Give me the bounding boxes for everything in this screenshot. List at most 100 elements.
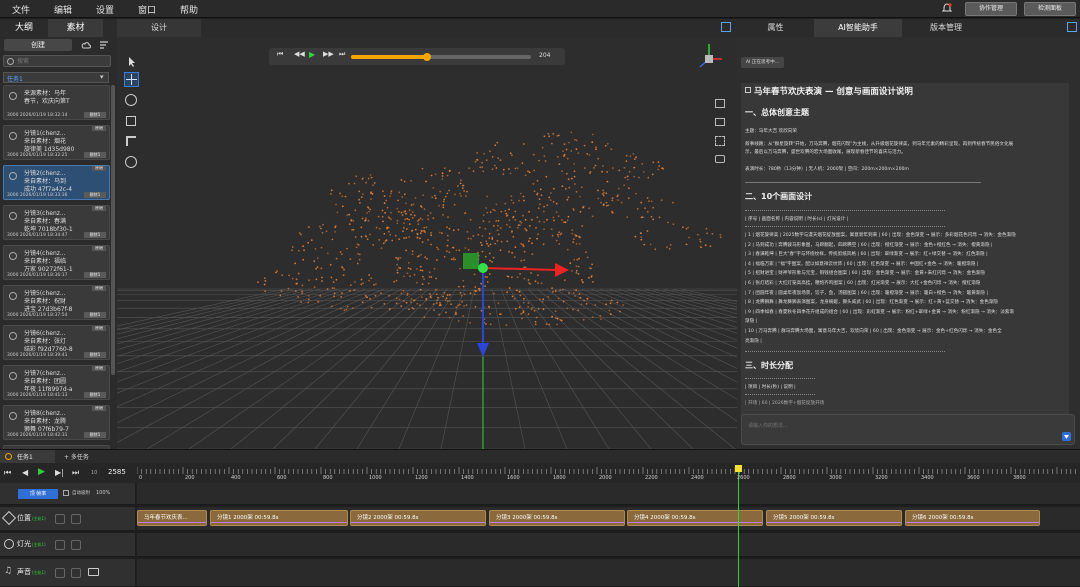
detect-panel-button[interactable]: 检测面板 bbox=[1024, 2, 1076, 16]
auto-snap-checkbox[interactable] bbox=[63, 490, 69, 496]
frame-slider[interactable] bbox=[351, 53, 531, 61]
create-button[interactable]: 创建 bbox=[4, 39, 72, 51]
asset-delete-button[interactable]: 删除1 bbox=[84, 152, 106, 158]
asset-delete-button[interactable]: 删除1 bbox=[84, 352, 106, 358]
list-item[interactable]: 分镜2(chenz... 来自素材：马到 成功 47f7a42c-4 3000 202… bbox=[3, 165, 110, 200]
scene-canvas[interactable] bbox=[117, 37, 737, 449]
timeline-clip[interactable]: 分镜4 2000架 00:59.8s bbox=[627, 510, 763, 526]
tab-assets[interactable]: 素材 bbox=[48, 19, 103, 37]
asset-delete-button[interactable]: 删除1 bbox=[84, 112, 106, 118]
menu-help[interactable]: 帮助 bbox=[180, 3, 198, 16]
drone-point bbox=[494, 242, 497, 245]
list-item[interactable]: 分镜7(chenz... 来自素材：团圆 年夜 11f8997d-a 3000 202… bbox=[3, 365, 110, 400]
align-tool-icon[interactable] bbox=[126, 136, 136, 146]
skip-end-icon[interactable]: ⏭ bbox=[339, 50, 345, 59]
camera-icon[interactable] bbox=[715, 99, 725, 108]
lock-icon[interactable] bbox=[55, 540, 65, 550]
add-task-button[interactable]: + 多任务 bbox=[64, 452, 89, 461]
tl-step-back-icon[interactable]: ◀ bbox=[22, 468, 28, 477]
list-item[interactable]: 分镜6(chenz... 来自素材：张灯 结彩 f92d7760-8 3000 202… bbox=[3, 325, 110, 360]
tab-properties[interactable]: 属性 bbox=[737, 19, 814, 37]
skip-start-icon[interactable]: ⏮ bbox=[277, 50, 283, 59]
timeline-clip[interactable]: 马年春节欢庆表... bbox=[137, 510, 207, 526]
cloud-icon[interactable] bbox=[80, 40, 92, 50]
asset-delete-button[interactable]: 删除1 bbox=[84, 192, 106, 198]
step-fwd-icon[interactable]: ▶▶ bbox=[323, 50, 334, 58]
frame-icon[interactable] bbox=[715, 136, 725, 146]
list-item[interactable]: 分镜4(chenz... 来自素材：福临 万家 90272f61-1 3000 202… bbox=[3, 245, 110, 280]
track-lane-sound[interactable] bbox=[137, 559, 1080, 587]
menu-file[interactable]: 文件 bbox=[12, 3, 30, 16]
timeline-clip[interactable]: 分镜5 2000架 00:59.8s bbox=[766, 510, 902, 526]
list-item[interactable]: 分镜5(chenz... 来自素材：祝财 进宝 27d3b67f-8 3000 202… bbox=[3, 285, 110, 320]
menu-window[interactable]: 窗口 bbox=[138, 3, 156, 16]
orientation-gizmo[interactable] bbox=[694, 41, 724, 75]
task-select[interactable]: 任务1 ▾ bbox=[3, 72, 109, 83]
lock-icon[interactable] bbox=[55, 568, 65, 578]
timeline-clip[interactable]: 分镜1 2000架 00:59.8s bbox=[210, 510, 348, 526]
move-tool-icon[interactable] bbox=[124, 72, 139, 87]
tl-step-fwd-icon[interactable]: ▶| bbox=[55, 468, 64, 477]
search-box[interactable] bbox=[3, 55, 111, 67]
tab-version[interactable]: 版本管理 bbox=[902, 19, 990, 37]
popout-icon[interactable] bbox=[721, 22, 731, 32]
menu-settings[interactable]: 设置 bbox=[96, 3, 114, 16]
visibility-icon[interactable] bbox=[71, 514, 81, 524]
view-icon[interactable] bbox=[715, 118, 725, 126]
visibility-icon[interactable] bbox=[71, 540, 81, 550]
play-icon[interactable]: ▶ bbox=[309, 50, 315, 59]
drone-point bbox=[572, 292, 575, 294]
menu-edit[interactable]: 编辑 bbox=[54, 3, 72, 16]
tl-skip-end-icon[interactable]: ⏭ bbox=[72, 468, 79, 478]
ai-input[interactable] bbox=[748, 421, 1028, 430]
drone-point bbox=[362, 177, 364, 180]
drone-point bbox=[362, 282, 364, 285]
track-lane-light[interactable] bbox=[137, 533, 1080, 557]
globe-icon[interactable] bbox=[125, 156, 137, 168]
snap-toggle[interactable]: 顶 帧率 bbox=[18, 489, 58, 499]
asset-delete-button[interactable]: 删除1 bbox=[84, 312, 106, 318]
track-lane-position[interactable]: 马年春节欢庆表... 分镜1 2000架 00:59.8s 分镜2 2000架 00… bbox=[137, 507, 1080, 531]
asset-delete-button[interactable]: 删除1 bbox=[84, 432, 106, 438]
select-tool-icon[interactable] bbox=[125, 55, 139, 69]
asset-delete-button[interactable]: 删除1 bbox=[84, 392, 106, 398]
timeline-clip[interactable]: 分镜2 2000架 00:59.8s bbox=[350, 510, 486, 526]
popout-icon-right[interactable] bbox=[1067, 22, 1077, 32]
bell-icon[interactable] bbox=[941, 3, 953, 14]
settings-icon[interactable] bbox=[715, 155, 725, 163]
ai-input-box[interactable] bbox=[741, 414, 1075, 445]
collab-manage-button[interactable]: 协作管理 bbox=[965, 2, 1017, 16]
timeline-clip[interactable]: 分镜6 2000架 00:59.8s bbox=[905, 510, 1040, 526]
frame-slider-handle[interactable] bbox=[422, 53, 431, 61]
tab-task-1[interactable]: 任务1 bbox=[0, 450, 55, 464]
drone-point bbox=[488, 237, 491, 240]
list-scrollbar[interactable] bbox=[111, 85, 115, 375]
list-item[interactable]: 分镜3(chenz... 来自素材：春满 乾坤 7018bf30-1 3000 202… bbox=[3, 205, 110, 240]
rotate-tool-icon[interactable] bbox=[125, 94, 137, 106]
step-back-icon[interactable]: ◀◀ bbox=[294, 50, 305, 58]
scale-tool-icon[interactable] bbox=[126, 116, 136, 126]
drone-point bbox=[450, 258, 453, 261]
tab-outline[interactable]: 大纲 bbox=[0, 19, 48, 37]
clip-label: 分镜1 2000架 00:59.8s bbox=[217, 515, 279, 521]
asset-delete-button[interactable]: 删除1 bbox=[84, 232, 106, 238]
lock-icon[interactable] bbox=[55, 514, 65, 524]
asset-delete-button[interactable]: 删除1 bbox=[84, 272, 106, 278]
3d-viewport[interactable]: 设计 ⏮ ◀◀ ▶ ▶▶ ⏭ 204 bbox=[117, 19, 737, 449]
tl-play-icon[interactable]: ▶ bbox=[38, 467, 45, 477]
send-icon[interactable] bbox=[1062, 432, 1071, 441]
playhead-handle[interactable] bbox=[735, 465, 742, 472]
sort-icon[interactable] bbox=[99, 40, 109, 50]
folder-icon[interactable] bbox=[88, 568, 99, 576]
timeline-ruler[interactable] bbox=[137, 465, 1080, 483]
visibility-icon[interactable] bbox=[71, 568, 81, 578]
list-item[interactable]: 来源素材：马年 春节，欢庆向第T 3000 2026/01/19 18:32:14 删… bbox=[3, 85, 110, 120]
list-item[interactable]: 分镜1(chenz... 来自素材：烟花 旋律美 1d35d980 3000 2026… bbox=[3, 125, 110, 160]
tab-design[interactable]: 设计 bbox=[117, 19, 201, 37]
search-input[interactable] bbox=[17, 57, 107, 66]
list-item[interactable]: 分镜8(chenz... 来自素材：龙腾 狮舞 07f6b79-7 3000 2026… bbox=[3, 405, 110, 440]
tab-ai-assistant[interactable]: AI智能助手 bbox=[814, 19, 902, 37]
tl-skip-start-icon[interactable]: ⏮ bbox=[4, 468, 11, 478]
timeline-clip[interactable]: 分镜3 2000架 00:59.8s bbox=[489, 510, 625, 526]
drone-point bbox=[528, 171, 531, 174]
